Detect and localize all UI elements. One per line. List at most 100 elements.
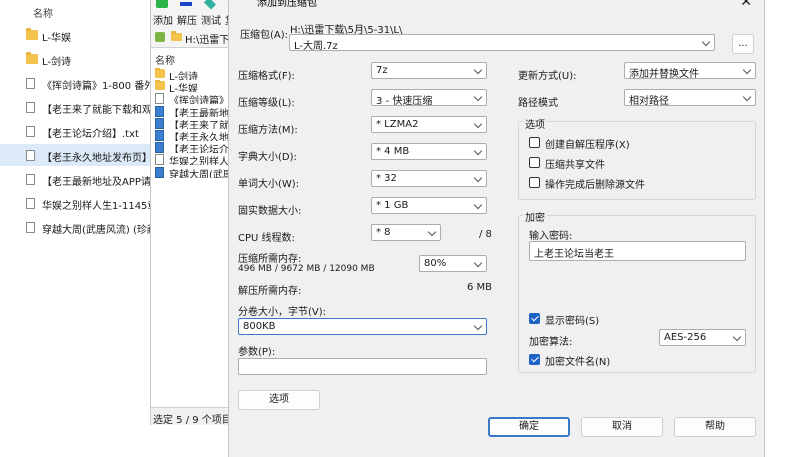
file-icon bbox=[26, 222, 35, 233]
shared-label[interactable]: 压缩共享文件 bbox=[545, 156, 605, 171]
decomp-value: 6 MB bbox=[467, 282, 493, 293]
file-icon bbox=[26, 102, 35, 113]
zip-address[interactable]: H:\迅雷下 bbox=[185, 31, 229, 46]
list-item[interactable]: 【老王永久地址发布页】. bbox=[0, 144, 152, 166]
item-label: 华娱之别样人生1-1145章 bbox=[42, 201, 152, 212]
item-label: 《挥剑诗篇》1-800 番外 bbox=[42, 81, 152, 92]
chevron-down-icon bbox=[473, 146, 483, 156]
row-label: L-华娱 bbox=[169, 84, 199, 93]
encrypt-method-select[interactable]: AES-256 bbox=[659, 329, 746, 346]
cpu-select[interactable]: * 8 bbox=[371, 224, 441, 241]
close-icon[interactable]: ✕ bbox=[740, 0, 752, 10]
mem-label: 压缩所需内存: bbox=[238, 254, 302, 265]
ok-button[interactable]: 确定 bbox=[488, 417, 570, 437]
params-input[interactable] bbox=[238, 358, 487, 375]
chevron-down-icon bbox=[732, 332, 742, 342]
chevron-down-icon bbox=[427, 227, 437, 237]
options-button[interactable]: 选项 bbox=[238, 390, 320, 410]
split-label: 分卷大小，字节(V): bbox=[238, 307, 327, 318]
item-label: 【老王论坛介绍】.txt bbox=[42, 129, 139, 140]
split-select[interactable]: 800KB bbox=[238, 318, 487, 335]
encrypt-group-title: 加密 bbox=[523, 209, 547, 224]
level-label: 压缩等级(L): bbox=[238, 98, 295, 109]
test-icon[interactable] bbox=[203, 0, 217, 10]
encrypt-method-label: 加密算法: bbox=[529, 337, 573, 348]
archive-name-input[interactable]: L-大周.7z bbox=[289, 34, 715, 52]
folder-icon bbox=[26, 52, 38, 64]
chevron-down-icon bbox=[473, 200, 483, 210]
add-to-archive-dialog: 添加到压缩包 ✕ 压缩包(A): H:\迅雷下载\5月\5-31\L\ L-大周… bbox=[228, 0, 765, 457]
file-icon bbox=[155, 105, 164, 117]
zip-column-name[interactable]: 名称 bbox=[155, 52, 175, 67]
file-icon bbox=[26, 150, 35, 161]
item-label: L-剑诗 bbox=[42, 57, 72, 68]
folder-icon bbox=[26, 28, 38, 40]
row-label: 华娱之别样人 bbox=[169, 157, 229, 166]
file-icon bbox=[155, 117, 164, 129]
password-input[interactable]: 上老王论坛当老王 bbox=[529, 241, 746, 261]
file-icon bbox=[26, 78, 35, 89]
up-folder-icon[interactable] bbox=[155, 32, 165, 42]
solid-select[interactable]: * 1 GB bbox=[371, 197, 487, 214]
chevron-down-icon bbox=[473, 65, 483, 75]
row-label: 【老王最新地 bbox=[169, 108, 229, 117]
toolbar-test[interactable]: 测试 bbox=[201, 12, 221, 27]
chevron-down-icon bbox=[473, 92, 483, 102]
file-icon bbox=[26, 126, 35, 137]
chevron-down-icon bbox=[473, 173, 483, 183]
pathmode-label: 路径模式 bbox=[518, 98, 558, 109]
add-icon[interactable] bbox=[156, 0, 168, 8]
update-label: 更新方式(U): bbox=[518, 71, 577, 82]
encrypt-names-label[interactable]: 加密文件名(N) bbox=[545, 353, 610, 368]
password-label: 输入密码: bbox=[529, 231, 573, 242]
list-item[interactable]: 【老王最新地址及APP请 bbox=[0, 168, 152, 190]
file-icon bbox=[26, 198, 35, 209]
list-item[interactable]: 【老王来了就能下载和观 bbox=[0, 96, 152, 118]
list-item[interactable]: 【老王论坛介绍】.txt bbox=[0, 120, 152, 142]
help-button[interactable]: 帮助 bbox=[674, 417, 756, 437]
file-icon bbox=[155, 154, 164, 166]
cpu-max: / 8 bbox=[479, 229, 492, 240]
cancel-button[interactable]: 取消 bbox=[581, 417, 663, 437]
delete-source-checkbox[interactable] bbox=[529, 177, 540, 188]
dict-select[interactable]: * 4 MB bbox=[371, 143, 487, 160]
shared-checkbox[interactable] bbox=[529, 157, 540, 168]
file-icon bbox=[155, 130, 164, 141]
list-item[interactable]: 穿越大周(武唐风流) (珍藏 bbox=[0, 216, 152, 238]
list-item[interactable]: 《挥剑诗篇》1-800 番外 bbox=[0, 72, 152, 94]
encrypt-names-checkbox[interactable] bbox=[529, 354, 540, 365]
file-icon bbox=[155, 142, 164, 154]
method-label: 压缩方法(M): bbox=[238, 125, 298, 136]
show-password-label[interactable]: 显示密码(S) bbox=[545, 312, 599, 327]
word-select[interactable]: * 32 bbox=[371, 170, 487, 187]
folder-icon bbox=[155, 80, 165, 91]
item-label: L-华娱 bbox=[42, 33, 72, 44]
file-icon bbox=[155, 166, 164, 178]
show-password-checkbox[interactable] bbox=[529, 313, 540, 324]
mem-percent-select[interactable]: 80% bbox=[419, 255, 487, 272]
method-select[interactable]: * LZMA2 bbox=[371, 116, 487, 133]
browse-button[interactable]: ... bbox=[732, 34, 754, 54]
update-select[interactable]: 添加并替换文件 bbox=[624, 62, 756, 80]
toolbar-add[interactable]: 添加 bbox=[153, 12, 173, 27]
extract-icon[interactable] bbox=[180, 2, 192, 6]
sfx-label[interactable]: 创建自解压程序(X) bbox=[545, 136, 630, 151]
column-header-name[interactable]: 名称 bbox=[33, 5, 53, 20]
sfx-checkbox[interactable] bbox=[529, 137, 540, 148]
list-item[interactable]: L-剑诗 bbox=[0, 48, 152, 70]
level-select[interactable]: 3 - 快速压缩 bbox=[371, 89, 487, 107]
format-select[interactable]: 7z bbox=[371, 62, 487, 79]
item-label: 【老王永久地址发布页】. bbox=[42, 153, 152, 164]
pathmode-select[interactable]: 相对路径 bbox=[624, 89, 756, 107]
list-item[interactable]: L-华娱 bbox=[0, 24, 152, 46]
list-item[interactable]: 华娱之别样人生1-1145章 bbox=[0, 192, 152, 214]
toolbar-extract[interactable]: 解压 bbox=[177, 12, 197, 27]
row-label: 【老王永久地 bbox=[169, 133, 229, 141]
chevron-down-icon bbox=[742, 92, 752, 102]
dialog-title: 添加到压缩包 bbox=[257, 0, 317, 9]
item-label: 穿越大周(武唐风流) (珍藏 bbox=[42, 225, 152, 236]
solid-label: 固实数据大小: bbox=[238, 206, 302, 217]
chevron-down-icon[interactable] bbox=[701, 37, 711, 47]
chevron-down-icon bbox=[742, 65, 752, 75]
delete-source-label[interactable]: 操作完成后删除源文件 bbox=[545, 176, 645, 191]
